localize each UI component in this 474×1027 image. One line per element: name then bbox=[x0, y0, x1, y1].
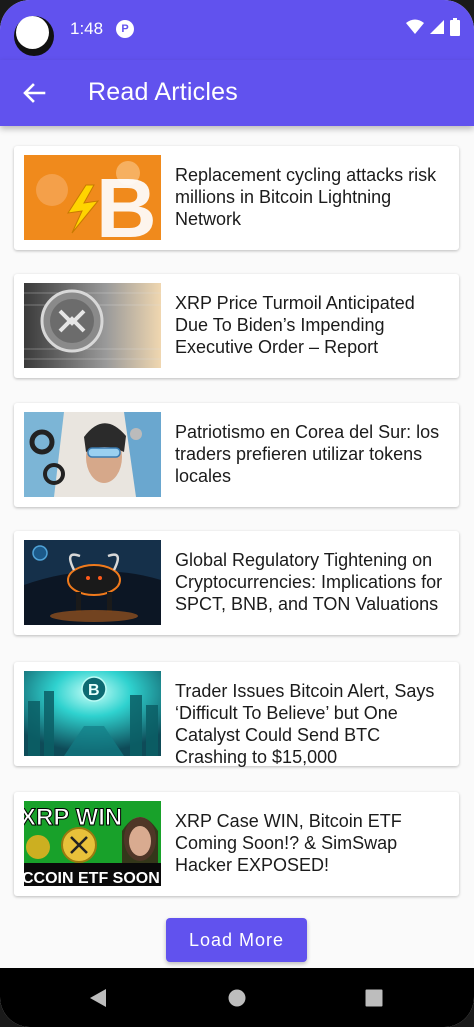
home-circle-icon bbox=[228, 989, 246, 1007]
svg-text:XRP WIN: XRP WIN bbox=[24, 804, 122, 831]
back-button[interactable] bbox=[18, 77, 50, 109]
page-title: Read Articles bbox=[88, 78, 238, 106]
status-time: 1:48 bbox=[70, 19, 104, 38]
article-thumbnail: XRP WIN CCOIN ETF SOON bbox=[24, 801, 161, 886]
navigation-bar bbox=[0, 968, 474, 1027]
device-screen: 1:48 P Read Articles B Replacement cycli… bbox=[0, 0, 474, 1027]
article-card[interactable]: XRP WIN CCOIN ETF SOON XRP Case WIN, Bit… bbox=[14, 792, 459, 896]
article-title: XRP Price Turmoil Anticipated Due To Bid… bbox=[175, 293, 415, 357]
article-title: Replacement cycling attacks risk million… bbox=[175, 165, 437, 229]
article-card[interactable]: XRP Price Turmoil Anticipated Due To Bid… bbox=[14, 274, 459, 378]
article-thumbnail: B bbox=[24, 155, 161, 240]
article-thumbnail: B bbox=[24, 671, 161, 756]
status-bar: 1:48 P bbox=[0, 0, 474, 60]
article-title: Global Regulatory Tightening on Cryptocu… bbox=[175, 550, 443, 614]
nav-recents-button[interactable] bbox=[364, 988, 384, 1013]
app-notification-icon: P bbox=[116, 20, 134, 38]
nav-back-button[interactable] bbox=[88, 988, 108, 1013]
status-avatar-icon bbox=[14, 16, 54, 56]
svg-text:B: B bbox=[88, 682, 100, 699]
article-title: Trader Issues Bitcoin Alert, Says ‘Diffi… bbox=[175, 681, 435, 767]
signal-icon bbox=[430, 20, 444, 34]
article-thumbnail bbox=[24, 540, 161, 625]
article-thumbnail bbox=[24, 412, 161, 497]
nav-home-button[interactable] bbox=[227, 988, 247, 1013]
article-card[interactable]: Patriotismo en Corea del Sur: los trader… bbox=[14, 403, 459, 507]
load-more-button[interactable]: Load More bbox=[166, 918, 307, 962]
recents-square-icon bbox=[365, 989, 383, 1007]
wifi-icon bbox=[406, 19, 424, 34]
battery-icon bbox=[450, 18, 460, 36]
article-card[interactable]: B Replacement cycling attacks risk milli… bbox=[14, 146, 459, 250]
svg-text:CCOIN ETF SOON: CCOIN ETF SOON bbox=[24, 870, 160, 886]
article-card[interactable]: Global Regulatory Tightening on Cryptocu… bbox=[14, 531, 459, 635]
svg-text:B: B bbox=[96, 161, 157, 240]
article-card[interactable]: B Trader Issues Bitcoin Alert, Says ‘Dif… bbox=[14, 662, 459, 767]
article-thumbnail bbox=[24, 283, 161, 368]
article-title: XRP Case WIN, Bitcoin ETF Coming Soon!? … bbox=[175, 811, 402, 875]
status-icons bbox=[406, 18, 460, 36]
app-bar: Read Articles bbox=[0, 60, 474, 126]
back-triangle-icon bbox=[90, 989, 106, 1007]
article-title: Patriotismo en Corea del Sur: los trader… bbox=[175, 422, 440, 486]
arrow-left-icon bbox=[23, 83, 46, 103]
